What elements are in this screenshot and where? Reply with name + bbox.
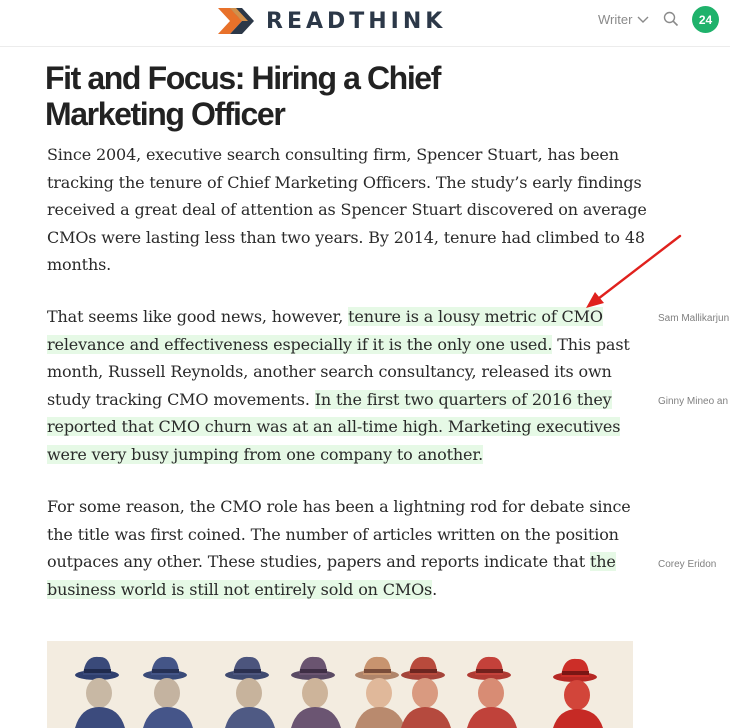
article-paragraph-1: Since 2004, executive search consulting …	[47, 141, 647, 279]
paragraph-text: That seems like good news, however,	[47, 307, 349, 326]
readthink-logo[interactable]: READTHINK	[216, 6, 446, 36]
search-icon	[663, 11, 679, 27]
article-paragraph-2: That seems like good news, however, tenu…	[47, 303, 647, 469]
chevron-down-icon	[637, 16, 649, 23]
readthink-logo-icon	[218, 8, 254, 34]
article-hero-image	[47, 641, 633, 728]
brand-name: READTHINK	[266, 8, 447, 34]
notification-badge[interactable]: 24	[692, 6, 719, 33]
writer-label: Writer	[598, 12, 633, 27]
highlight-author-label[interactable]: Ginny Mineo an	[658, 396, 730, 407]
writer-menu-button[interactable]: Writer	[598, 12, 649, 27]
article-paragraph-3: For some reason, the CMO role has been a…	[47, 493, 647, 603]
vintage-hat-men-illustration-icon	[47, 641, 633, 728]
top-nav-bar: READTHINK Writer 24	[0, 0, 730, 47]
highlight-author-label[interactable]: Corey Eridon	[658, 559, 730, 570]
paragraph-text: For some reason, the CMO role has been a…	[47, 497, 631, 572]
paragraph-text: .	[432, 579, 438, 599]
paragraph-text: Since 2004, executive search consulting …	[47, 145, 647, 275]
annotation-arrow-icon	[586, 234, 682, 308]
article-title: Fit and Focus: Hiring a Chief Marketing …	[45, 60, 441, 132]
search-button[interactable]	[663, 11, 679, 31]
